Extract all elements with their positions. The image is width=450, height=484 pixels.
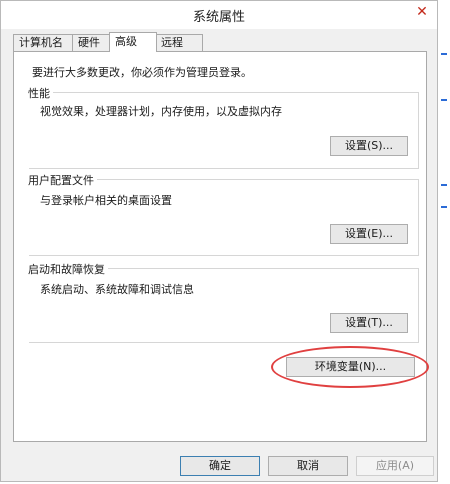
cancel-button[interactable]: 取消	[268, 456, 348, 476]
performance-settings-button[interactable]: 设置(S)...	[330, 136, 408, 156]
environment-variables-button[interactable]: 环境变量(N)...	[286, 357, 415, 377]
tab-advanced[interactable]: 高级	[109, 32, 157, 52]
user-profiles-description: 与登录帐户相关的桌面设置	[40, 194, 172, 207]
background-strip	[438, 0, 450, 484]
background-marker	[441, 99, 447, 101]
background-marker	[441, 206, 447, 208]
close-icon[interactable]: ✕	[415, 5, 429, 19]
system-properties-window: 系统属性 ✕ 计算机名 硬件 高级 远程 要进行大多数更改，你必须作为管理员登录…	[0, 0, 438, 482]
background-marker	[441, 184, 447, 186]
tab-hardware[interactable]: 硬件	[72, 34, 110, 51]
startup-recovery-group: 启动和故障恢复 系统启动、系统故障和调试信息 设置(T)...	[28, 261, 419, 343]
tab-remote[interactable]: 远程	[155, 34, 203, 51]
user-profiles-group: 用户配置文件 与登录帐户相关的桌面设置 设置(E)...	[28, 172, 419, 256]
apply-button[interactable]: 应用(A)	[356, 456, 434, 476]
window-title: 系统属性	[192, 10, 245, 25]
admin-notice: 要进行大多数更改，你必须作为管理员登录。	[32, 66, 252, 79]
user-profiles-group-title: 用户配置文件	[28, 172, 97, 188]
ok-button[interactable]: 确定	[180, 456, 260, 476]
performance-group-title: 性能	[28, 85, 53, 101]
performance-description: 视觉效果，处理器计划，内存使用，以及虚拟内存	[40, 105, 282, 118]
user-profiles-settings-button[interactable]: 设置(E)...	[330, 224, 408, 244]
startup-recovery-settings-button[interactable]: 设置(T)...	[330, 313, 408, 333]
startup-recovery-group-title: 启动和故障恢复	[28, 261, 108, 277]
background-marker	[441, 53, 447, 55]
title-bar[interactable]: 系统属性 ✕	[1, 1, 437, 29]
startup-recovery-description: 系统启动、系统故障和调试信息	[40, 283, 194, 296]
tab-computer-name[interactable]: 计算机名	[13, 34, 73, 51]
performance-group: 性能 视觉效果，处理器计划，内存使用，以及虚拟内存 设置(S)...	[28, 85, 419, 169]
